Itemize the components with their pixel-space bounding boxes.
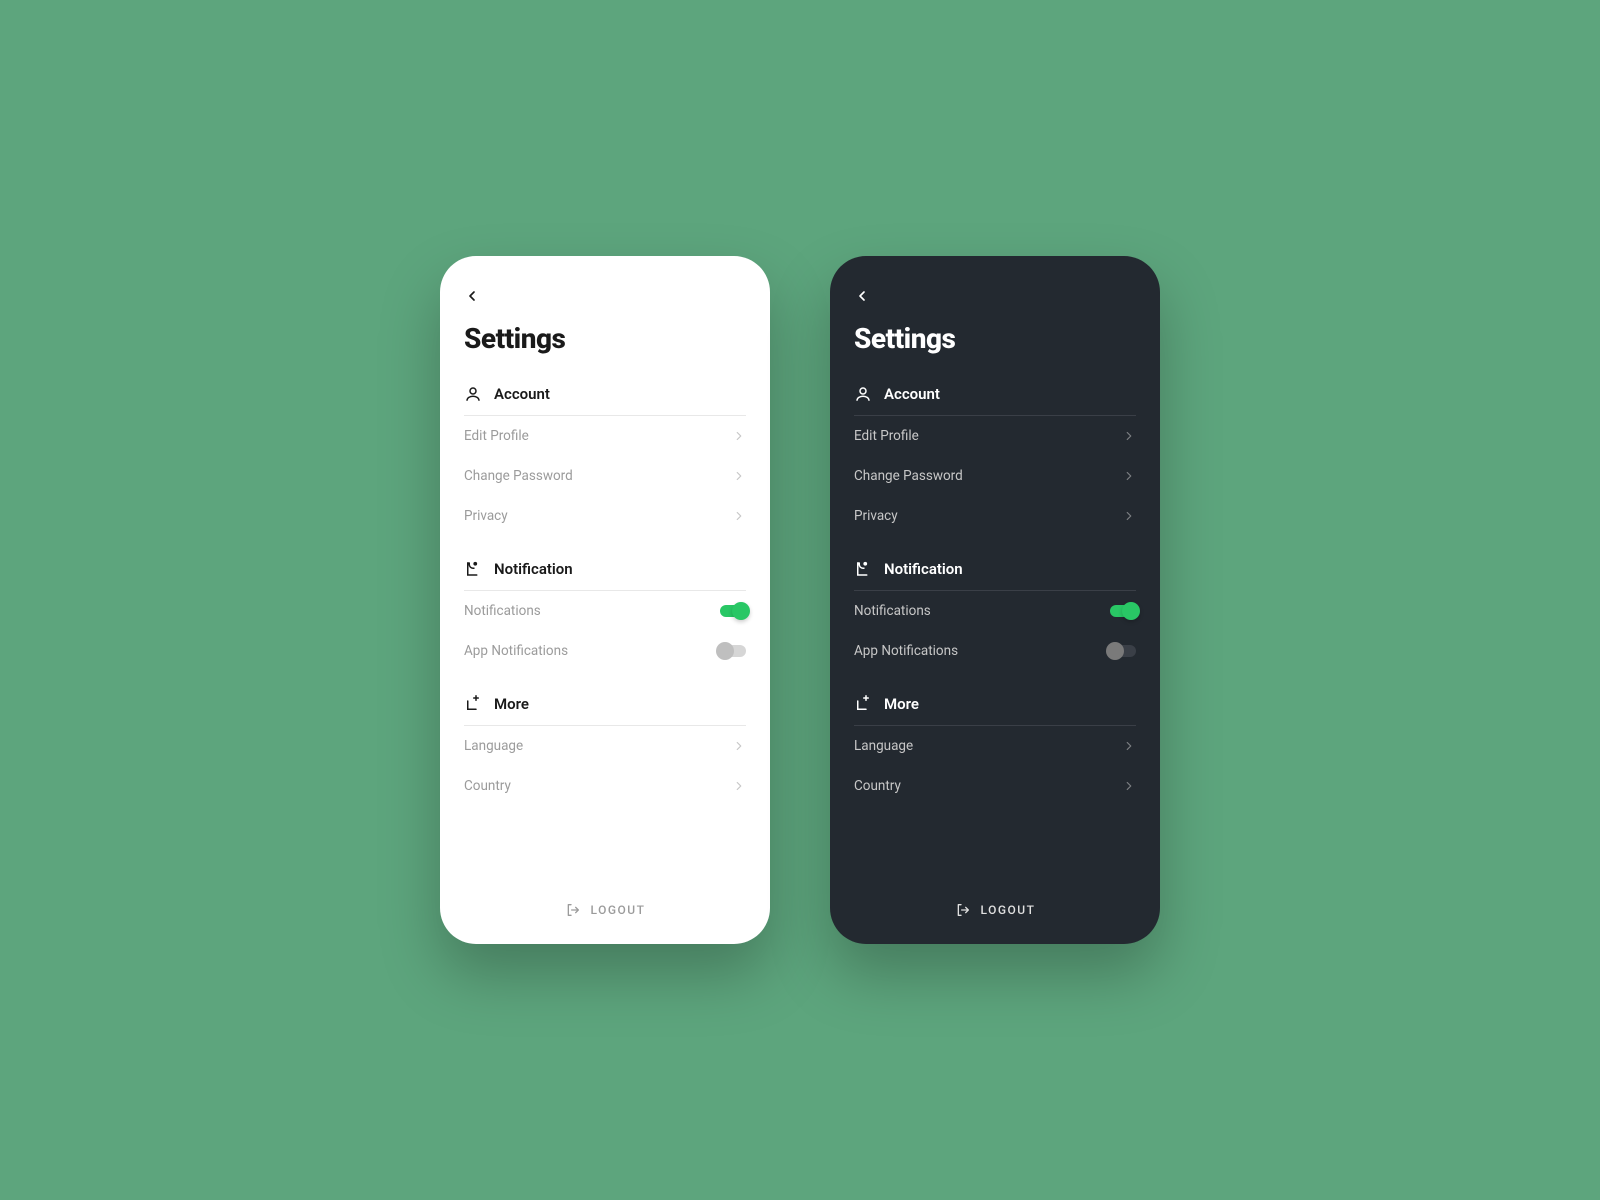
row-edit-profile[interactable]: Edit Profile (854, 416, 1136, 456)
chevron-right-icon (1122, 429, 1136, 443)
logout-button[interactable]: LOGOUT (464, 890, 746, 924)
row-label: Language (464, 738, 523, 754)
add-box-icon (854, 695, 872, 713)
row-edit-profile[interactable]: Edit Profile (464, 416, 746, 456)
notification-icon (854, 560, 872, 578)
chevron-right-icon (732, 779, 746, 793)
toggle-app-notifications[interactable] (720, 645, 746, 657)
section-notification: Notification Notifications App Notificat… (854, 560, 1136, 671)
logout-icon (565, 902, 581, 918)
back-button[interactable] (854, 284, 878, 308)
row-label: Change Password (854, 468, 963, 484)
row-language[interactable]: Language (854, 726, 1136, 766)
settings-screen-light: Settings Account Edit Profile Change Pas… (440, 256, 770, 944)
row-label: Edit Profile (464, 428, 529, 444)
chevron-right-icon (1122, 779, 1136, 793)
chevron-right-icon (732, 509, 746, 523)
chevron-right-icon (1122, 739, 1136, 753)
row-label: Notifications (854, 603, 931, 619)
section-notification: Notification Notifications App Notificat… (464, 560, 746, 671)
page-title: Settings (464, 322, 746, 355)
row-label: Language (854, 738, 913, 754)
logout-button[interactable]: LOGOUT (854, 890, 1136, 924)
section-header-more: More (464, 695, 746, 725)
section-header-account: Account (464, 385, 746, 415)
back-button[interactable] (464, 284, 488, 308)
row-label: Country (854, 778, 901, 794)
page-title: Settings (854, 322, 1136, 355)
row-privacy[interactable]: Privacy (854, 496, 1136, 536)
row-label: Privacy (854, 508, 898, 524)
notification-icon (464, 560, 482, 578)
toggle-app-notifications[interactable] (1110, 645, 1136, 657)
row-language[interactable]: Language (464, 726, 746, 766)
chevron-right-icon (1122, 509, 1136, 523)
section-more: More Language Country (464, 695, 746, 806)
chevron-left-icon (464, 288, 480, 304)
section-label: More (494, 695, 529, 713)
logout-label: LOGOUT (591, 903, 646, 917)
row-change-password[interactable]: Change Password (854, 456, 1136, 496)
section-label: Account (494, 385, 550, 403)
chevron-right-icon (732, 429, 746, 443)
row-label: Country (464, 778, 511, 794)
row-privacy[interactable]: Privacy (464, 496, 746, 536)
row-label: App Notifications (464, 643, 568, 659)
section-header-more: More (854, 695, 1136, 725)
row-app-notifications: App Notifications (464, 631, 746, 671)
section-account: Account Edit Profile Change Password Pri… (854, 385, 1136, 536)
row-change-password[interactable]: Change Password (464, 456, 746, 496)
section-account: Account Edit Profile Change Password Pri… (464, 385, 746, 536)
section-label: More (884, 695, 919, 713)
section-more: More Language Country (854, 695, 1136, 806)
add-box-icon (464, 695, 482, 713)
chevron-right-icon (732, 469, 746, 483)
person-icon (854, 385, 872, 403)
toggle-notifications[interactable] (720, 605, 746, 617)
section-label: Notification (494, 560, 573, 578)
toggle-notifications[interactable] (1110, 605, 1136, 617)
row-notifications: Notifications (854, 591, 1136, 631)
chevron-right-icon (732, 739, 746, 753)
row-country[interactable]: Country (854, 766, 1136, 806)
row-label: Edit Profile (854, 428, 919, 444)
chevron-left-icon (854, 288, 870, 304)
row-country[interactable]: Country (464, 766, 746, 806)
section-header-notification: Notification (854, 560, 1136, 590)
row-label: Change Password (464, 468, 573, 484)
section-label: Account (884, 385, 940, 403)
logout-icon (955, 902, 971, 918)
chevron-right-icon (1122, 469, 1136, 483)
logout-label: LOGOUT (981, 903, 1036, 917)
section-header-notification: Notification (464, 560, 746, 590)
row-notifications: Notifications (464, 591, 746, 631)
row-label: Privacy (464, 508, 508, 524)
section-header-account: Account (854, 385, 1136, 415)
row-label: Notifications (464, 603, 541, 619)
section-label: Notification (884, 560, 963, 578)
person-icon (464, 385, 482, 403)
row-app-notifications: App Notifications (854, 631, 1136, 671)
settings-screen-dark: Settings Account Edit Profile Change Pas… (830, 256, 1160, 944)
row-label: App Notifications (854, 643, 958, 659)
